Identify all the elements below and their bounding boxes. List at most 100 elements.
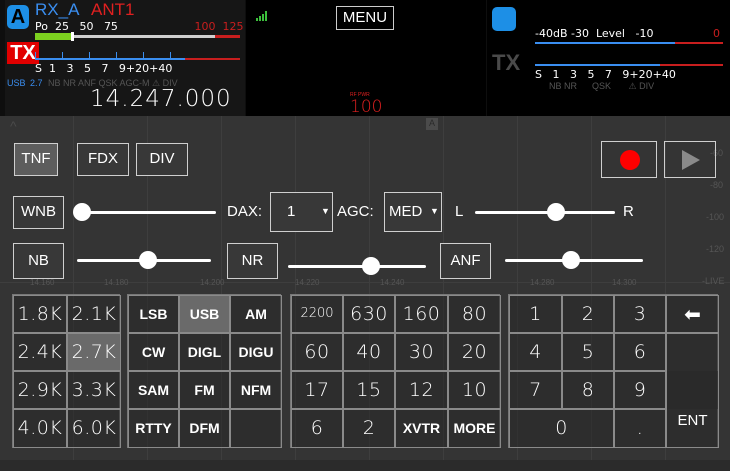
mode-button[interactable]: DIGU xyxy=(230,333,282,371)
play-icon xyxy=(682,150,700,170)
filter-button[interactable]: 6.0K xyxy=(67,409,121,448)
slice-a-badge[interactable]: A xyxy=(7,5,29,29)
mode-button[interactable]: FM xyxy=(179,371,230,409)
band-button[interactable]: 2 xyxy=(343,409,395,448)
keypad-key[interactable]: 6 xyxy=(614,333,666,371)
keypad-key[interactable]: 2 xyxy=(562,295,614,333)
dax-select[interactable]: 1 ▼ xyxy=(270,192,333,232)
rx-slice-label: RX_A xyxy=(35,0,80,19)
bandwidth-indicator: 2.7 xyxy=(30,78,43,88)
band-button[interactable]: 6 xyxy=(291,409,343,448)
band-button[interactable]: 630 xyxy=(343,295,395,333)
fdx-button[interactable]: FDX xyxy=(77,143,129,176)
keypad-key-zero[interactable]: 0 xyxy=(509,409,614,448)
mode-button[interactable]: NFM xyxy=(230,371,282,409)
keypad-key[interactable]: 3 xyxy=(614,295,666,333)
s-meter-scale-right: S 1 3 5 7 9+20+40 xyxy=(535,68,676,81)
band-grid: 2200 630 160 80 60 40 30 20 17 15 12 10 … xyxy=(290,294,501,448)
mode-button-selected[interactable]: USB xyxy=(179,295,230,333)
band-button[interactable]: 10 xyxy=(448,371,501,409)
collapse-chevron-icon[interactable]: ^ xyxy=(10,118,17,134)
wnb-button[interactable]: WNB xyxy=(13,196,64,229)
level-scale-red: 0 xyxy=(713,27,720,40)
mode-button[interactable]: SAM xyxy=(128,371,179,409)
power-scale: Po 25 50 75 xyxy=(35,20,118,33)
filter-button[interactable]: 2.1K xyxy=(67,295,121,333)
mode-button[interactable]: AM xyxy=(230,295,282,333)
menu-button[interactable]: MENU xyxy=(336,6,394,30)
nr-slider-knob[interactable] xyxy=(361,257,380,275)
keypad-key[interactable]: 5 xyxy=(562,333,614,371)
filter-button[interactable]: 2.9K xyxy=(13,371,67,409)
filter-button[interactable]: 4.0K xyxy=(13,409,67,448)
mode-button[interactable]: CW xyxy=(128,333,179,371)
enter-key[interactable]: ENT xyxy=(666,371,719,448)
agc-select[interactable]: MED ▼ xyxy=(384,192,442,232)
tx-indicator: TX xyxy=(492,50,521,75)
mode-button[interactable]: RTTY xyxy=(128,409,179,448)
keypad-key-decimal[interactable]: . xyxy=(614,409,666,448)
band-button[interactable]: 2200 xyxy=(291,295,343,333)
band-button[interactable]: 12 xyxy=(395,371,448,409)
filter-button[interactable]: 1.8K xyxy=(13,295,67,333)
nr-button[interactable]: NR xyxy=(227,243,278,279)
nb-slider-knob[interactable] xyxy=(139,251,158,269)
band-button[interactable]: 160 xyxy=(395,295,448,333)
antenna-label[interactable]: ANT1 xyxy=(91,0,134,20)
wnb-slider-track[interactable] xyxy=(82,211,216,214)
power-meter-red-zone xyxy=(215,35,240,38)
div-button[interactable]: DIV xyxy=(136,143,188,176)
keypad-key[interactable]: 8 xyxy=(562,371,614,409)
power-scale-red: 100 125 xyxy=(191,20,244,33)
play-button[interactable] xyxy=(664,141,716,178)
freq-tick: 14.200 xyxy=(200,278,225,287)
mode-indicator[interactable]: USB xyxy=(7,78,26,88)
slice-marker-icon[interactable]: A xyxy=(426,118,438,130)
band-button[interactable]: 20 xyxy=(448,333,501,371)
wnb-slider-knob[interactable] xyxy=(73,203,91,221)
backspace-key[interactable]: ⬅ xyxy=(666,295,719,333)
rf-power-value[interactable]: 100 xyxy=(350,97,382,117)
keypad-key[interactable]: 4 xyxy=(509,333,562,371)
record-button[interactable] xyxy=(601,141,657,178)
chevron-down-icon: ▼ xyxy=(321,206,330,216)
band-button[interactable]: 17 xyxy=(291,371,343,409)
slice-a-meter[interactable]: A RX_A ANT1 Po 25 50 75 100 125 TX S 1 3… xyxy=(5,0,245,116)
xvtr-button[interactable]: XVTR xyxy=(395,409,448,448)
frequency-display[interactable]: 14.247.000 xyxy=(90,86,232,112)
s-meter-track xyxy=(35,58,185,60)
slice-b-badge[interactable] xyxy=(492,7,516,31)
keypad-key[interactable]: 9 xyxy=(614,371,666,409)
agc-value: MED xyxy=(389,203,423,220)
pan-left-label: L xyxy=(455,203,464,220)
band-button[interactable]: 30 xyxy=(395,333,448,371)
more-bands-button[interactable]: MORE xyxy=(448,409,501,448)
filter-button-selected[interactable]: 2.7K xyxy=(67,333,121,371)
nr-slider-track[interactable] xyxy=(288,265,426,268)
band-button[interactable]: 40 xyxy=(343,333,395,371)
freq-tick: 14.160 xyxy=(30,278,55,287)
tnf-button[interactable]: TNF xyxy=(14,143,58,176)
band-button[interactable]: 60 xyxy=(291,333,343,371)
filter-button[interactable]: 3.3K xyxy=(67,371,121,409)
chevron-down-icon: ▼ xyxy=(430,206,439,216)
pan-slider-track[interactable] xyxy=(475,211,615,214)
freq-tick: 14.240 xyxy=(380,278,405,287)
keypad-key[interactable]: 7 xyxy=(509,371,562,409)
keypad-key[interactable]: 1 xyxy=(509,295,562,333)
agc-label: AGC: xyxy=(337,203,374,220)
anf-button[interactable]: ANF xyxy=(440,243,491,279)
record-icon xyxy=(620,150,640,170)
signal-strength-icon xyxy=(256,8,268,26)
nb-button[interactable]: NB xyxy=(13,243,64,279)
s-meter-scale: S 1 3 5 7 9+20+40 xyxy=(35,62,173,75)
mode-button[interactable]: LSB xyxy=(128,295,179,333)
mode-button[interactable]: DIGL xyxy=(179,333,230,371)
filter-grid: 1.8K 2.1K 2.4K 2.7K 2.9K 3.3K 4.0K 6.0K xyxy=(12,294,121,448)
band-button[interactable]: 80 xyxy=(448,295,501,333)
mode-button-empty[interactable] xyxy=(230,409,282,448)
number-keypad: 1 2 3 ⬅ 4 5 6 7 8 9 ENT 0 . xyxy=(508,294,719,448)
band-button[interactable]: 15 xyxy=(343,371,395,409)
filter-button[interactable]: 2.4K xyxy=(13,333,67,371)
mode-button[interactable]: DFM xyxy=(179,409,230,448)
